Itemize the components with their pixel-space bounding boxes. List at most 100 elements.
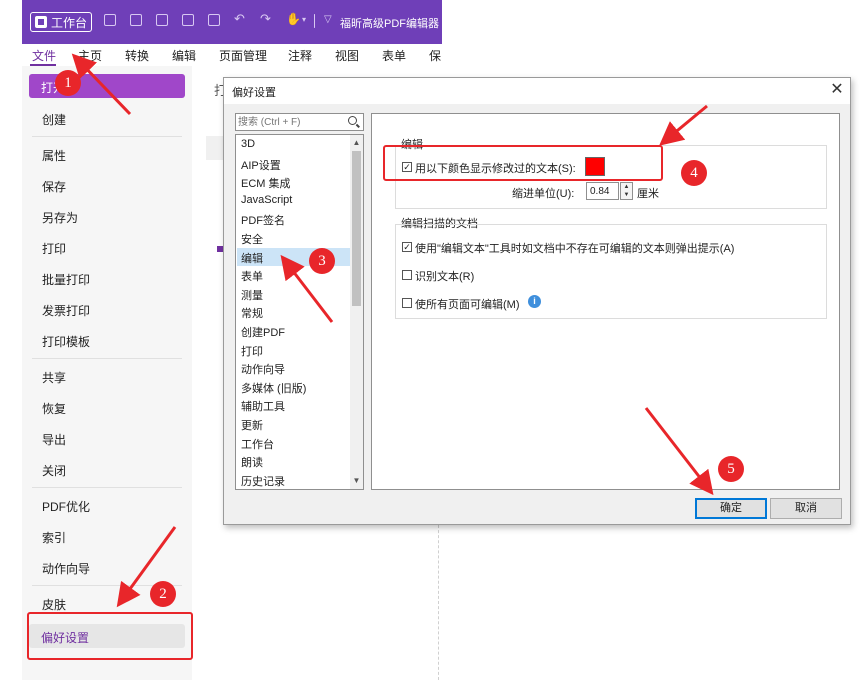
indent-stepper[interactable]: ▲ ▼ [620, 182, 633, 200]
category-item[interactable]: 常规 [241, 305, 263, 321]
menu-comment[interactable]: 注释 [288, 47, 312, 64]
indent-input[interactable] [590, 185, 616, 197]
file-icon[interactable] [182, 14, 194, 26]
stepper-down-icon[interactable]: ▼ [621, 191, 632, 199]
content-area: 打 [192, 66, 227, 680]
file-menu-restore[interactable]: 恢复 [42, 400, 66, 417]
category-item[interactable]: AIP设置 [241, 157, 281, 173]
category-item[interactable]: JavaScript [241, 194, 292, 206]
category-item[interactable]: 更新 [241, 417, 263, 433]
redo-icon[interactable]: ↷ [260, 11, 272, 26]
category-item[interactable]: 3D [241, 138, 255, 150]
file-menu-share[interactable]: 共享 [42, 369, 66, 386]
page-guide [438, 525, 440, 680]
category-list: 3D AIP设置 ECM 集成 JavaScript PDF签名 安全 编辑 表… [235, 134, 364, 490]
undo-icon[interactable]: ↶ [234, 11, 246, 26]
divider [32, 136, 182, 137]
file-menu-create[interactable]: 创建 [42, 111, 66, 128]
category-item[interactable]: 创建PDF [241, 324, 285, 340]
dialog-title-bar: 偏好设置 ✕ [224, 78, 850, 104]
annotation-highlight-box [27, 612, 193, 660]
file-menu-print-template[interactable]: 打印模板 [42, 333, 90, 350]
menu-convert[interactable]: 转换 [125, 47, 149, 64]
category-item[interactable]: PDF签名 [241, 212, 285, 228]
title-bar: 工作台 ↶ ↷ ✋ ▾ ▽ 福昕高级PDF编辑器 [22, 0, 442, 44]
file-menu-print[interactable]: 打印 [42, 240, 66, 257]
file-menu-invoice-print[interactable]: 发票打印 [42, 302, 90, 319]
step-badge: 3 [309, 248, 335, 274]
annotation-highlight-box [383, 145, 663, 181]
edit-text-prompt-label: 使用"编辑文本"工具时如文档中不存在可编辑的文本则弹出提示(A) [415, 243, 735, 255]
category-item[interactable]: 测量 [241, 287, 263, 303]
divider [32, 487, 182, 488]
scroll-up-icon[interactable]: ▲ [352, 137, 361, 149]
category-item[interactable]: 打印 [241, 343, 263, 359]
file-menu-pdf-optimize[interactable]: PDF优化 [42, 498, 90, 515]
ok-button[interactable]: 确定 [695, 498, 767, 519]
print-icon[interactable] [156, 14, 168, 26]
step-badge: 2 [150, 581, 176, 607]
category-search-input[interactable] [238, 115, 346, 129]
menu-edit[interactable]: 编辑 [172, 47, 196, 64]
customize-dropdown-icon[interactable]: ▽ [324, 14, 336, 26]
edit-text-prompt-checkbox[interactable]: ✓ [402, 242, 412, 252]
category-item[interactable]: 工作台 [241, 436, 274, 452]
recognize-text-checkbox[interactable] [402, 270, 412, 280]
indent-field [586, 182, 619, 200]
recognize-text-label: 识别文本(R) [415, 271, 475, 283]
new-file-icon[interactable] [208, 14, 220, 26]
app-title: 福昕高级PDF编辑器 [340, 18, 439, 30]
menu-page-manage[interactable]: 页面管理 [219, 47, 267, 64]
category-item[interactable]: 动作向导 [241, 361, 285, 377]
file-menu-properties[interactable]: 属性 [42, 147, 66, 164]
file-menu-save-as[interactable]: 另存为 [42, 209, 78, 226]
category-item[interactable]: 辅助工具 [241, 398, 285, 414]
chevron-down-icon[interactable]: ▾ [302, 15, 314, 27]
category-item[interactable]: 朗读 [241, 454, 263, 470]
step-badge: 5 [718, 456, 744, 482]
category-item[interactable]: 安全 [241, 231, 263, 247]
step-badge: 1 [55, 70, 81, 96]
all-pages-editable-checkbox[interactable] [402, 298, 412, 308]
file-menu-index[interactable]: 索引 [42, 529, 66, 546]
category-item[interactable]: 多媒体 (旧版) [241, 380, 306, 396]
scroll-down-icon[interactable]: ▼ [352, 475, 361, 487]
all-pages-editable-label: 使所有页面可编辑(M) [415, 299, 520, 311]
indent-unit: 厘米 [637, 188, 659, 200]
menu-view[interactable]: 视图 [335, 47, 359, 64]
app-logo-icon [35, 16, 47, 28]
toolbar-divider [314, 14, 315, 28]
category-item[interactable]: 表单 [241, 268, 263, 284]
category-search [235, 113, 364, 131]
category-item[interactable]: 历史记录 [241, 473, 285, 489]
file-menu-export[interactable]: 导出 [42, 431, 66, 448]
scroll-thumb[interactable] [352, 151, 361, 306]
file-menu-open[interactable]: 打开 [29, 74, 185, 98]
menu-home[interactable]: 主页 [78, 47, 102, 64]
dialog-title: 偏好设置 [232, 87, 276, 99]
file-menu-skin[interactable]: 皮肤 [42, 596, 66, 613]
file-menu-batch-print[interactable]: 批量打印 [42, 271, 90, 288]
menu-form[interactable]: 表单 [382, 47, 406, 64]
category-item-selected[interactable]: 编辑 [241, 250, 263, 266]
step-badge: 4 [681, 160, 707, 186]
category-item[interactable]: ECM 集成 [241, 175, 291, 191]
open-folder-icon[interactable] [104, 14, 116, 26]
cancel-button[interactable]: 取消 [770, 498, 842, 519]
file-menu-action-wizard[interactable]: 动作向导 [42, 560, 90, 577]
category-scrollbar[interactable]: ▲ ▼ [350, 135, 363, 489]
stepper-up-icon[interactable]: ▲ [621, 183, 632, 191]
file-menu-close[interactable]: 关闭 [42, 462, 66, 479]
save-icon[interactable] [130, 14, 142, 26]
close-icon[interactable]: ✕ [827, 80, 847, 100]
menu-protect[interactable]: 保 [429, 47, 441, 64]
divider [32, 358, 182, 359]
search-icon[interactable] [348, 116, 357, 125]
hand-tool-icon[interactable]: ✋ [286, 12, 301, 26]
workspace-button[interactable]: 工作台 [30, 12, 92, 32]
menu-file[interactable]: 文件 [32, 47, 56, 64]
menu-bar: 文件 主页 转换 编辑 页面管理 注释 视图 表单 保 [22, 44, 442, 66]
workspace-label: 工作台 [51, 16, 88, 30]
file-menu-save[interactable]: 保存 [42, 178, 66, 195]
info-icon[interactable]: i [528, 295, 541, 308]
